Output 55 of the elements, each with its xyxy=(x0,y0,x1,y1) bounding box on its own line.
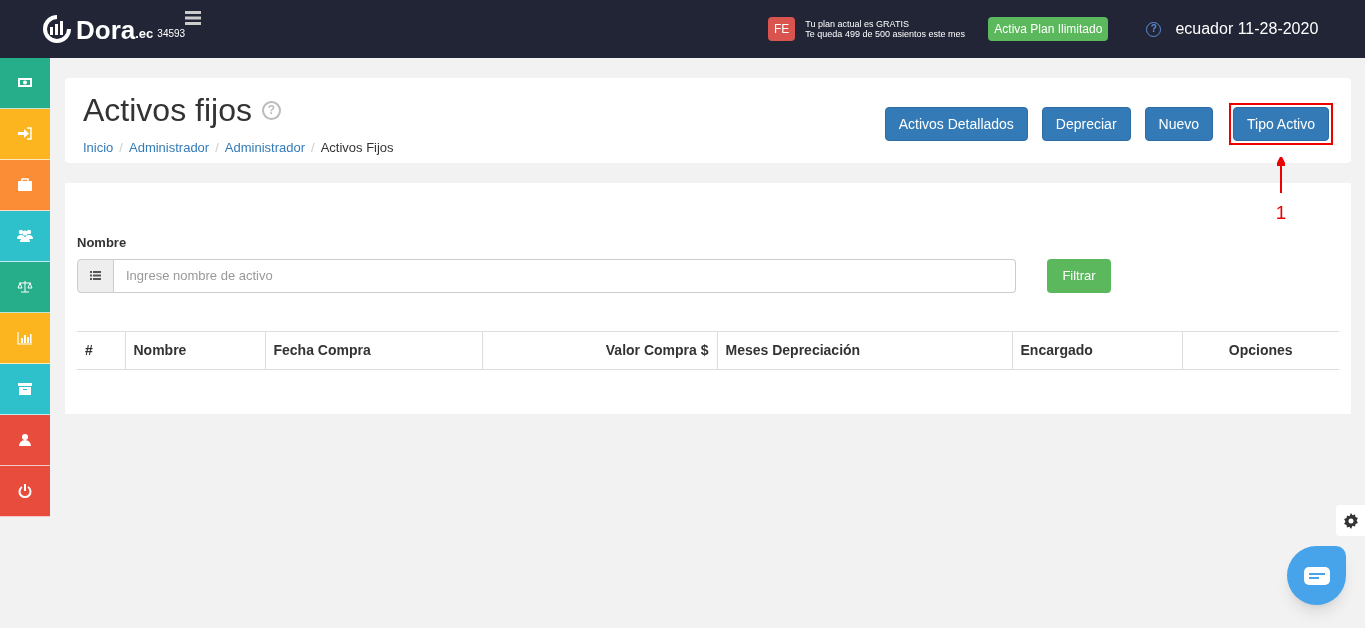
logo-text: Dora xyxy=(76,17,136,43)
settings-icon[interactable] xyxy=(1342,512,1359,529)
column-header: Encargado xyxy=(1012,331,1182,369)
name-input[interactable]: Ingrese nombre de activo xyxy=(114,258,1016,293)
toolbar-button[interactable]: Tipo Activo xyxy=(1233,107,1329,141)
column-header: Nombre xyxy=(125,331,265,369)
filter-button[interactable]: Filtrar xyxy=(1047,258,1111,293)
plan-badge: FE xyxy=(768,17,796,41)
breadcrumb-separator: / xyxy=(214,139,220,157)
scale-icon xyxy=(17,279,33,295)
breadcrumb-link[interactable]: Inicio xyxy=(83,138,114,158)
chat-button[interactable] xyxy=(1287,546,1346,605)
sidebar-item[interactable] xyxy=(0,109,50,160)
breadcrumb-current: Activos Fijos xyxy=(320,139,394,157)
sidebar-item[interactable] xyxy=(0,160,50,211)
field-label: Nombre xyxy=(77,234,128,252)
login-icon xyxy=(17,126,33,142)
chart-icon xyxy=(17,330,33,346)
column-header: # xyxy=(77,331,125,369)
power-icon xyxy=(17,483,33,499)
breadcrumb-separator: / xyxy=(118,139,124,157)
logo-icon xyxy=(40,15,74,43)
column-header: Fecha Compra xyxy=(265,331,482,369)
account-number: 34593 xyxy=(157,27,186,41)
sidebar-item[interactable] xyxy=(0,415,50,466)
sidebar-item[interactable] xyxy=(0,262,50,313)
user-date: ecuador 11-28-2020 xyxy=(1175,19,1319,39)
sidebar-item[interactable] xyxy=(0,58,50,109)
sidebar-item[interactable] xyxy=(0,364,50,415)
plan-remaining: Te queda 499 de 500 asientos este mes xyxy=(805,29,966,39)
column-header: Meses Depreciación xyxy=(717,331,1012,369)
user-icon xyxy=(17,432,33,448)
archive-icon xyxy=(17,381,33,397)
toolbar-button[interactable]: Depreciar xyxy=(1041,107,1131,141)
upgrade-button[interactable]: Activa Plan Ilimitado xyxy=(988,17,1109,41)
breadcrumb-link[interactable]: Administrador xyxy=(224,138,305,158)
logo-suffix: .ec xyxy=(135,25,154,43)
settings-tab[interactable] xyxy=(1336,505,1365,536)
sidebar-item[interactable] xyxy=(0,466,50,517)
plan-status: Tu plan actual es GRATIS xyxy=(805,19,910,29)
list-icon xyxy=(90,271,101,280)
breadcrumb-separator: / xyxy=(310,139,316,157)
column-header: Opciones xyxy=(1182,331,1339,369)
menu-icon[interactable] xyxy=(185,11,202,25)
annotation-number: 1 xyxy=(1275,201,1287,225)
briefcase-icon xyxy=(17,177,33,193)
chat-icon xyxy=(1303,566,1330,585)
toolbar-button[interactable]: Nuevo xyxy=(1144,107,1214,141)
users-icon xyxy=(17,228,33,244)
page-title: Activos fijos xyxy=(83,91,252,130)
breadcrumb-link[interactable]: Administrador xyxy=(129,138,210,158)
sidebar-item[interactable] xyxy=(0,211,50,262)
column-header: Valor Compra $ xyxy=(482,331,717,369)
toolbar-button[interactable]: Activos Detallados xyxy=(884,107,1028,141)
annotation-arrow xyxy=(1277,157,1285,193)
